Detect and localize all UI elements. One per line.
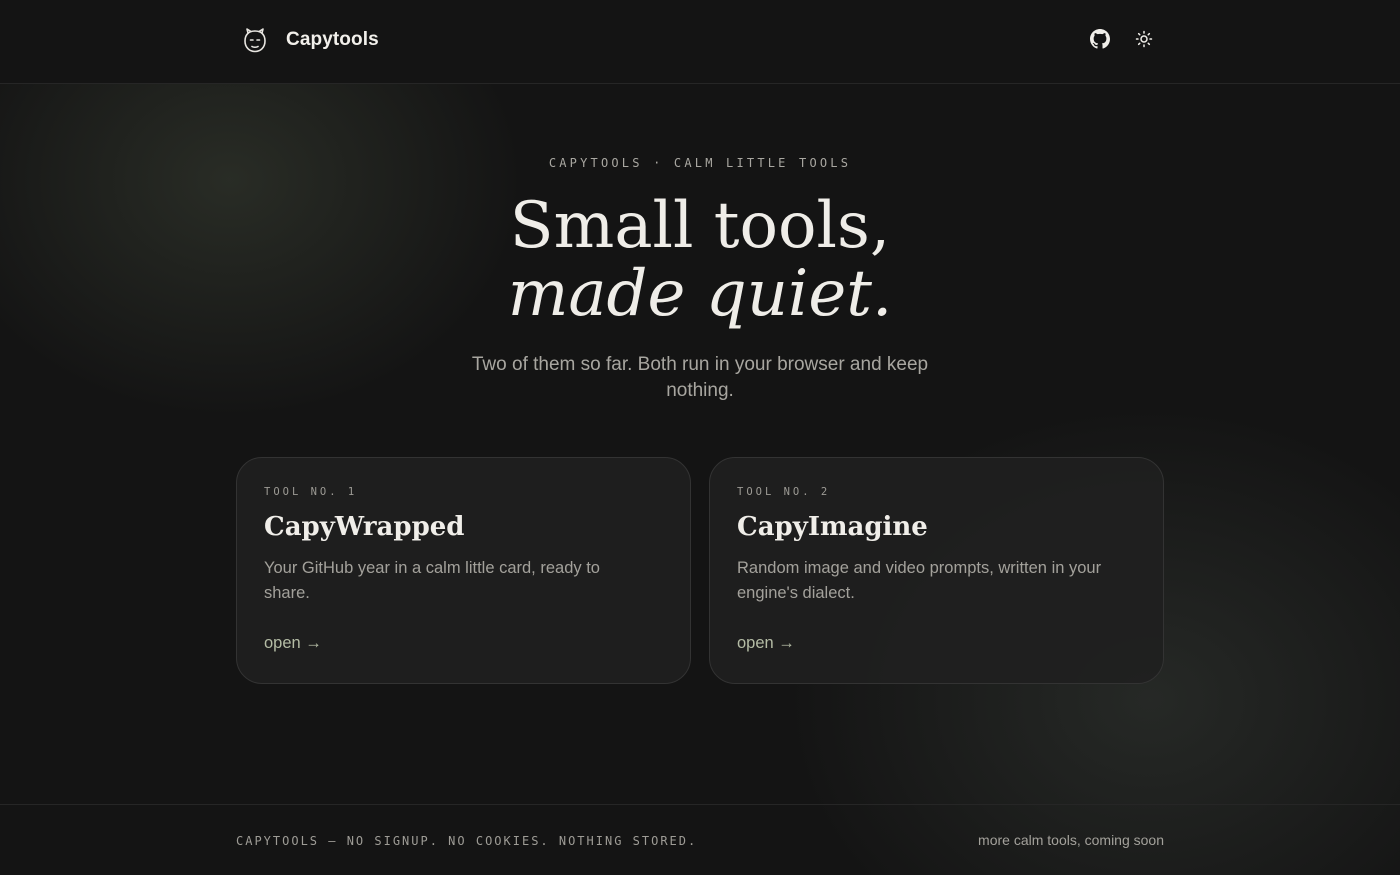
main-content: CAPYTOOLS · CALM LITTLE TOOLS Small tool… <box>0 84 1400 804</box>
capybara-face-icon <box>242 26 268 54</box>
hero-eyebrow: CAPYTOOLS · CALM LITTLE TOOLS <box>548 156 852 170</box>
hero-title: Small tools, made quiet. <box>0 192 1400 328</box>
tool-card-description: Random image and video prompts, written … <box>737 559 1102 602</box>
tool-card-capyimagine[interactable]: TOOL NO. 2 CapyImagine Random image and … <box>709 457 1164 684</box>
tool-card-capywrapped[interactable]: TOOL NO. 1 CapyWrapped Your GitHub year … <box>236 457 691 684</box>
page-footer: CAPYTOOLS — NO SIGNUP. NO COOKIES. NOTHI… <box>0 804 1400 875</box>
tool-card-title: CapyImagine <box>737 512 928 542</box>
sun-icon <box>1135 30 1153 53</box>
footer-note: more calm tools, coming soon <box>978 832 1164 848</box>
tool-card-description: Your GitHub year in a calm little card, … <box>264 559 600 602</box>
github-link[interactable] <box>1088 28 1112 54</box>
top-navigation-bar: Capytools <box>0 0 1400 84</box>
footer-tagline: CAPYTOOLS — NO SIGNUP. NO COOKIES. NOTHI… <box>236 834 698 848</box>
hero-title-line1: Small tools, <box>509 189 891 263</box>
hero-title-line2: made quiet. <box>507 257 893 331</box>
theme-toggle-button[interactable] <box>1132 29 1156 53</box>
hero-subtitle: Two of them so far. Both run in your bro… <box>471 354 929 401</box>
tool-card-kicker: TOOL NO. 2 <box>737 486 831 498</box>
brand-name: Capytools <box>286 29 379 50</box>
github-icon <box>1090 28 1110 54</box>
home-logo-link[interactable]: Capytools <box>242 26 379 54</box>
open-capyimagine-link[interactable]: open → <box>737 634 795 653</box>
tool-card-title: CapyWrapped <box>264 512 465 542</box>
tool-card-kicker: TOOL NO. 1 <box>264 486 358 498</box>
open-capywrapped-link[interactable]: open → <box>264 634 322 653</box>
tool-cards: TOOL NO. 1 CapyWrapped Your GitHub year … <box>236 457 1164 684</box>
